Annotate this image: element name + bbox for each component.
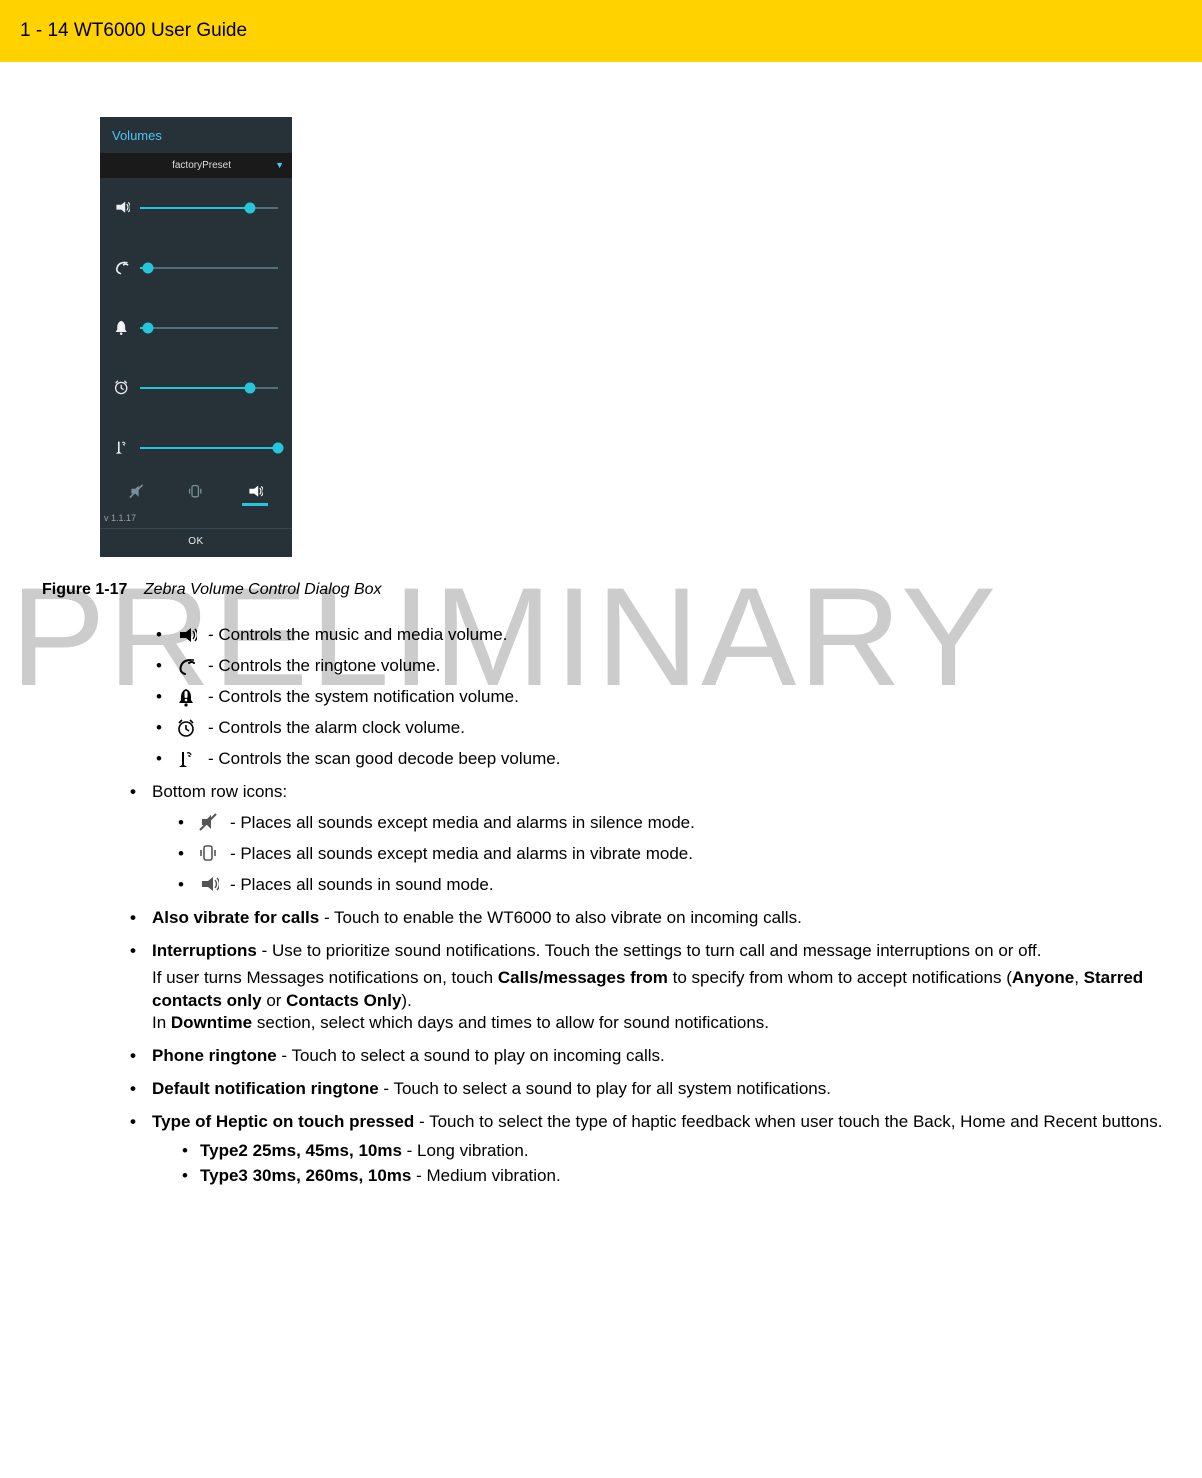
version-label: v 1.1.17 [100, 510, 292, 528]
figure-caption-text: Zebra Volume Control Dialog Box [144, 581, 382, 598]
icon-description-item: - Controls the alarm clock volume. [156, 717, 1182, 740]
notification-volume-icon [114, 320, 130, 336]
sound-mode-icon [247, 484, 263, 500]
slider-track[interactable] [140, 207, 278, 209]
icon-description-item: - Controls the ringtone volume. [156, 655, 1182, 678]
alarm-volume-icon [177, 719, 197, 739]
volume-slider-row[interactable] [100, 238, 292, 298]
page-header: 1 - 14 WT6000 User Guide [0, 0, 1202, 62]
dialog-title: Volumes [100, 117, 292, 153]
icon-description-item: - Places all sounds in sound mode. [178, 874, 1182, 897]
setting-subitem: Type3 30ms, 260ms, 10ms - Medium vibrati… [182, 1165, 1182, 1188]
volume-slider-row[interactable] [100, 298, 292, 358]
page-header-text: 1 - 14 WT6000 User Guide [20, 18, 247, 44]
silence-mode-icon [199, 813, 219, 833]
slider-track[interactable] [140, 267, 278, 269]
icon-description-item: - Places all sounds except media and ala… [178, 843, 1182, 866]
silence-mode-mode-button[interactable] [108, 484, 166, 506]
setting-detail: If user turns Messages notifications on,… [152, 967, 1182, 1036]
setting-item: Type of Heptic on touch pressed - Touch … [130, 1111, 1182, 1188]
media-volume-icon [114, 200, 130, 216]
vibrate-mode-icon [188, 484, 204, 500]
preset-value: factoryPreset [172, 159, 231, 173]
bottom-row-heading: Bottom row icons: - Places all sounds ex… [130, 781, 1182, 897]
setting-item: Also vibrate for calls - Touch to enable… [130, 907, 1182, 930]
ok-button[interactable]: OK [100, 528, 292, 557]
volume-slider-row[interactable] [100, 418, 292, 478]
setting-subitem: Type2 25ms, 45ms, 10ms - Long vibration. [182, 1140, 1182, 1163]
sound-mode-mode-button[interactable] [226, 484, 284, 506]
slider-track[interactable] [140, 447, 278, 449]
chevron-down-icon: ▼ [275, 159, 284, 171]
ringtone-volume-icon [177, 657, 197, 677]
figure-label: Figure 1-17 [42, 581, 127, 598]
media-volume-icon [177, 626, 197, 646]
icon-description-item: - Places all sounds except media and ala… [178, 812, 1182, 835]
setting-item: Interruptions - Use to prioritize sound … [130, 940, 1182, 1036]
notification-volume-icon [177, 688, 197, 708]
icon-description-item: - Controls the music and media volume. [156, 624, 1182, 647]
alarm-volume-icon [114, 380, 130, 396]
volume-slider-row[interactable] [100, 178, 292, 238]
icon-description-item: - Controls the scan good decode beep vol… [156, 748, 1182, 771]
icon-description-item: - Controls the system notification volum… [156, 686, 1182, 709]
figure-caption: Figure 1-17 Zebra Volume Control Dialog … [42, 579, 1182, 601]
preset-dropdown[interactable]: factoryPreset ▼ [100, 153, 292, 179]
slider-track[interactable] [140, 327, 278, 329]
slider-track[interactable] [140, 387, 278, 389]
scan-beep-volume-icon [114, 440, 130, 456]
setting-item: Phone ringtone - Touch to select a sound… [130, 1045, 1182, 1068]
sound-mode-icon [199, 875, 219, 895]
silence-mode-icon [129, 484, 145, 500]
ringtone-volume-icon [114, 260, 130, 276]
volume-dialog: Volumes factoryPreset ▼ v 1.1.17 OK [100, 117, 292, 557]
vibrate-mode-icon [199, 844, 219, 864]
vibrate-mode-mode-button[interactable] [167, 484, 225, 506]
volume-slider-row[interactable] [100, 358, 292, 418]
setting-item: Default notification ringtone - Touch to… [130, 1078, 1182, 1101]
scan-beep-volume-icon [177, 750, 197, 770]
